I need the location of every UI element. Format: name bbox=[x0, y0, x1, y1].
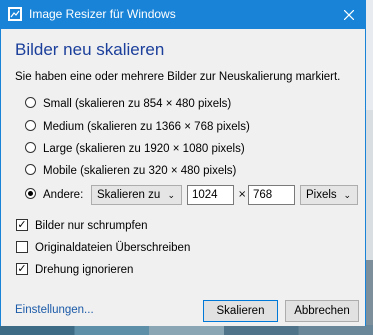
radio-medium[interactable] bbox=[25, 120, 36, 132]
size-option-label: Mobile (skalieren zu 320 × 480 pixels) bbox=[43, 165, 237, 177]
cancel-button[interactable]: Abbrechen bbox=[285, 300, 359, 322]
chevron-down-icon: ⌄ bbox=[167, 190, 175, 200]
background-desktop bbox=[366, 0, 373, 335]
dialog-description: Sie haben eine oder mehrere Bilder zur N… bbox=[15, 71, 341, 83]
size-option-small[interactable]: Small (skalieren zu 854 × 480 pixels) bbox=[25, 97, 232, 110]
size-option-label: Large (skalieren zu 1920 × 1080 pixels) bbox=[43, 143, 245, 155]
dialog-window: Image Resizer für Windows Bilder neu ska… bbox=[0, 0, 366, 326]
size-option-label: Andere: bbox=[43, 189, 84, 201]
settings-link[interactable]: Einstellungen... bbox=[15, 304, 94, 316]
option-ignore-rotation[interactable]: ✓ Drehung ignorieren bbox=[16, 263, 134, 277]
checkbox-overwrite-originals[interactable] bbox=[16, 241, 28, 253]
chevron-down-icon: ⌄ bbox=[343, 190, 351, 200]
dialog-heading: Bilder neu skalieren bbox=[15, 40, 165, 59]
window-title: Image Resizer für Windows bbox=[29, 7, 176, 21]
option-shrink-only[interactable]: ✓ Bilder nur schrumpfen bbox=[16, 219, 148, 233]
background-taskbar-strip bbox=[0, 325, 373, 335]
dimension-separator: × bbox=[238, 189, 247, 200]
option-label: Bilder nur schrumpfen bbox=[35, 220, 148, 233]
title-bar[interactable]: Image Resizer für Windows bbox=[1, 1, 365, 29]
option-overwrite-originals[interactable]: Originaldateien Überschreiben bbox=[16, 241, 191, 255]
radio-large[interactable] bbox=[25, 142, 36, 154]
size-option-mobile[interactable]: Mobile (skalieren zu 320 × 480 pixels) bbox=[25, 164, 237, 177]
option-label: Drehung ignorieren bbox=[35, 264, 134, 277]
close-button[interactable] bbox=[333, 1, 365, 29]
size-option-large[interactable]: Large (skalieren zu 1920 × 1080 pixels) bbox=[25, 142, 245, 155]
checkbox-ignore-rotation[interactable]: ✓ bbox=[16, 263, 28, 275]
resize-mode-select[interactable]: Skalieren zu ⌄ bbox=[91, 185, 182, 205]
radio-small[interactable] bbox=[25, 97, 36, 109]
unit-value: Pixels bbox=[306, 189, 337, 201]
unit-select[interactable]: Pixels ⌄ bbox=[300, 185, 358, 205]
radio-mobile[interactable] bbox=[25, 164, 36, 176]
height-input[interactable]: 768 bbox=[248, 185, 295, 205]
width-input[interactable]: 1024 bbox=[187, 185, 234, 205]
resize-mode-value: Skalieren zu bbox=[97, 189, 161, 201]
size-option-medium[interactable]: Medium (skalieren zu 1366 × 768 pixels) bbox=[25, 120, 250, 133]
size-option-label: Small (skalieren zu 854 × 480 pixels) bbox=[43, 98, 232, 110]
option-label: Originaldateien Überschreiben bbox=[35, 242, 191, 255]
image-resizer-icon bbox=[8, 7, 22, 21]
close-icon bbox=[344, 10, 354, 20]
radio-custom[interactable] bbox=[25, 188, 36, 200]
size-option-custom[interactable]: Andere: bbox=[25, 188, 84, 201]
size-option-label: Medium (skalieren zu 1366 × 768 pixels) bbox=[43, 121, 250, 133]
resize-button[interactable]: Skalieren bbox=[203, 300, 278, 322]
checkbox-shrink-only[interactable]: ✓ bbox=[16, 219, 28, 231]
